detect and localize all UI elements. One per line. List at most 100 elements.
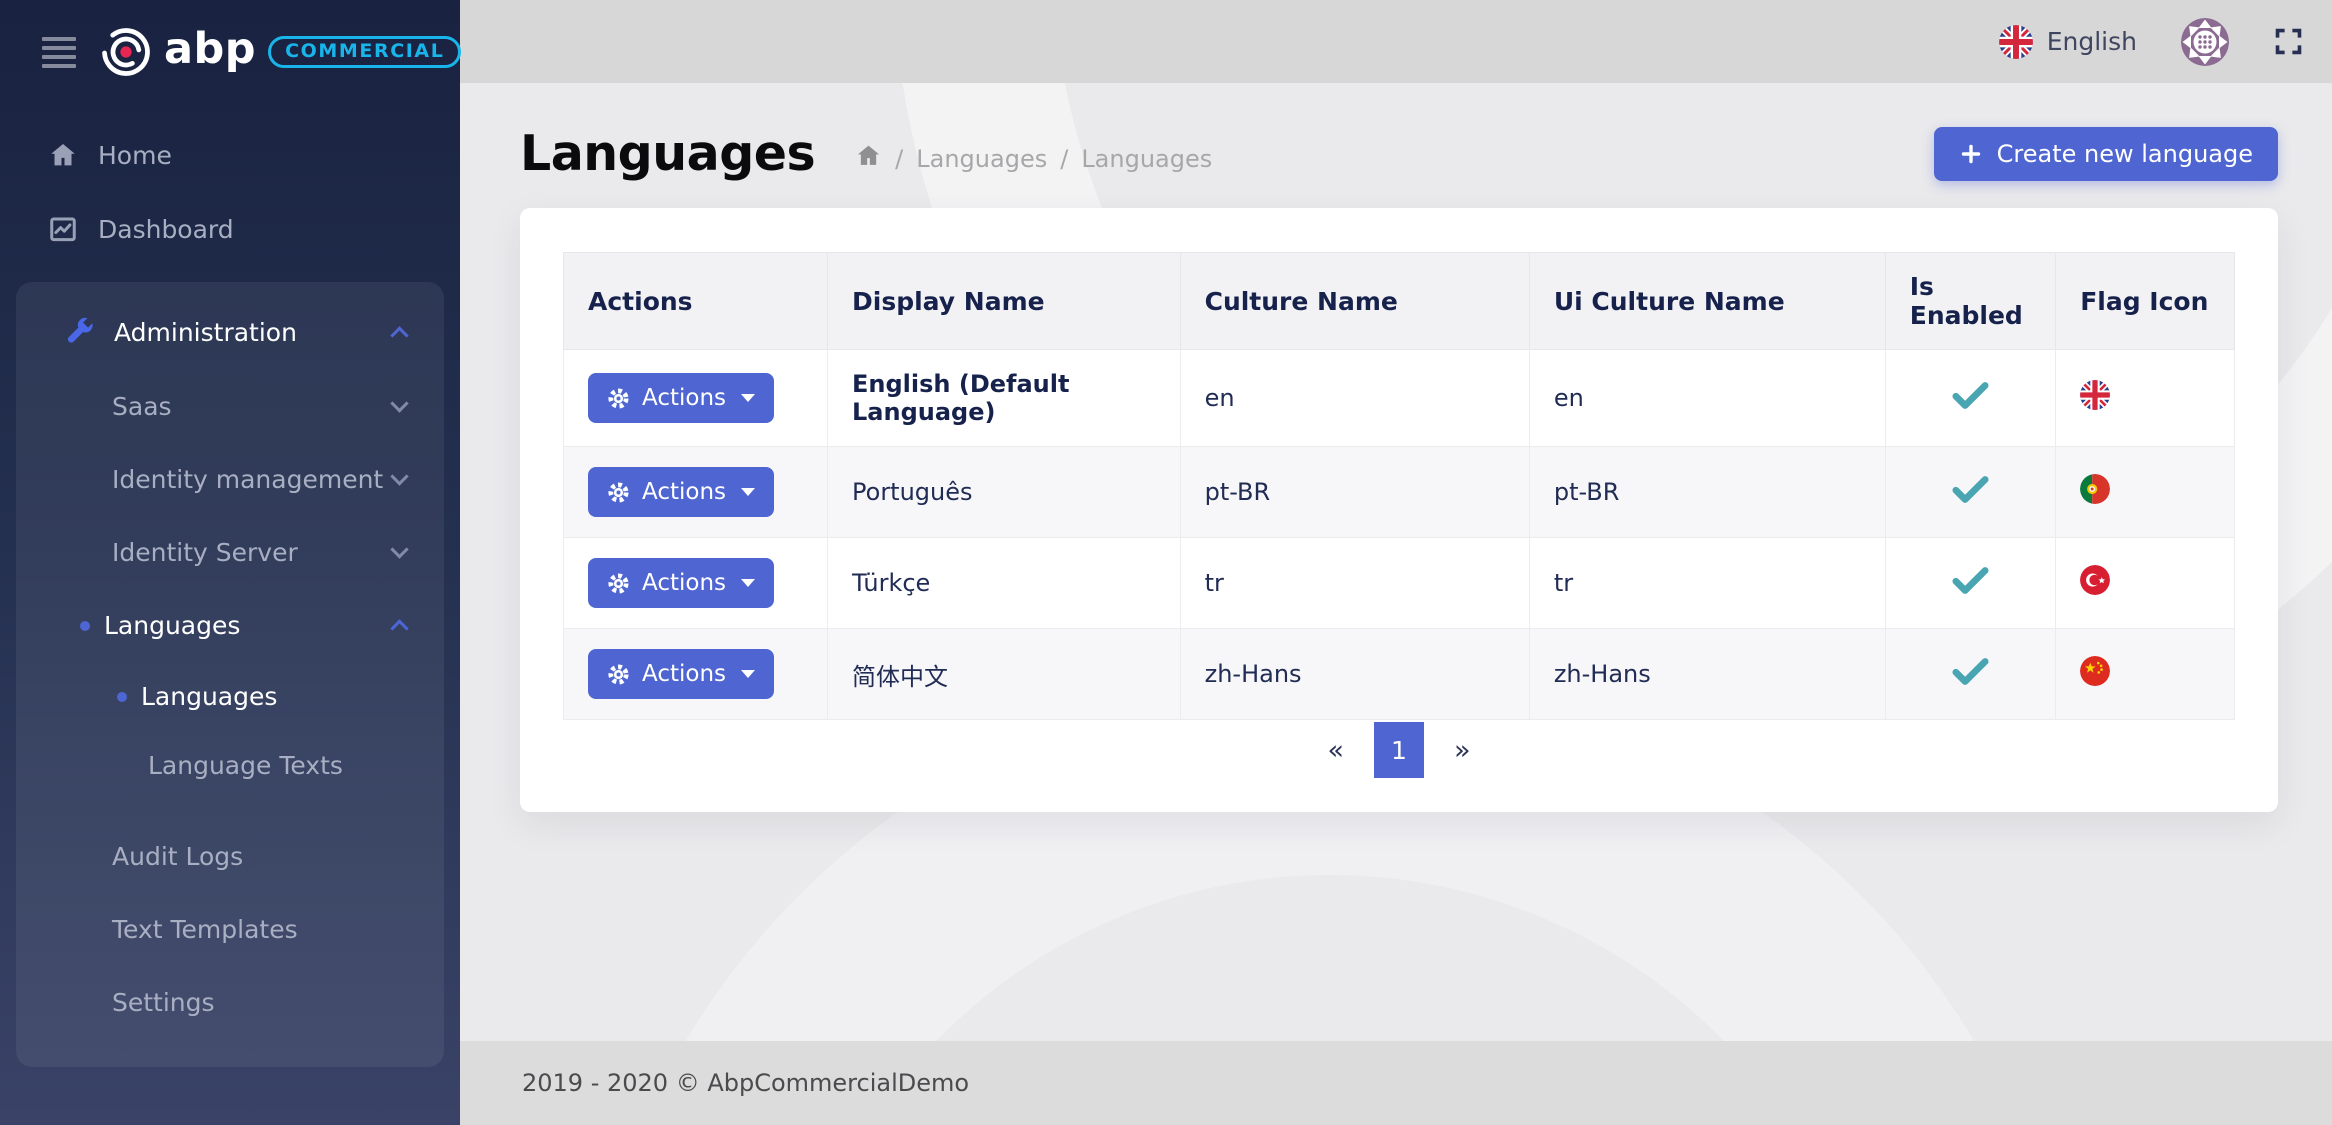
sidebar-header: abp COMMERCIAL (0, 0, 460, 104)
column-header-ui-culture-name: Ui Culture Name (1529, 253, 1885, 350)
chevron-down-icon (390, 394, 408, 412)
sidebar-item-settings[interactable]: Settings (16, 966, 444, 1039)
caret-down-icon (741, 579, 755, 587)
main-area: English (460, 0, 2332, 1125)
caret-down-icon (741, 670, 755, 678)
sidebar-item-label: Saas (112, 392, 172, 421)
display-name-cell: English (Default Language) (828, 350, 1181, 447)
chevron-down-icon (390, 467, 408, 485)
sidebar-item-dashboard[interactable]: Dashboard (0, 192, 460, 266)
sidebar-item-label: Languages (104, 611, 240, 640)
culture-name-cell: en (1180, 350, 1529, 447)
fullscreen-icon[interactable] (2273, 26, 2304, 57)
sidebar-item-label: Dashboard (98, 215, 234, 244)
ui-culture-name-cell: pt-BR (1529, 447, 1885, 538)
abp-logo[interactable]: abp COMMERCIAL (100, 26, 461, 78)
brand-name: abp (164, 28, 256, 71)
chevron-down-icon (390, 540, 408, 558)
sidebar-item-administration[interactable]: Administration (16, 294, 444, 370)
sidebar-item-language-texts[interactable]: Language Texts (16, 731, 444, 800)
active-dot-icon (117, 692, 127, 702)
sidebar-item-identity-management[interactable]: Identity management (16, 443, 444, 516)
languages-table-card: Actions Display Name Culture Name Ui Cul… (520, 208, 2278, 812)
sidebar-item-text-templates[interactable]: Text Templates (16, 893, 444, 966)
sidebar-nav: Home Dashboard (0, 118, 460, 1067)
uk-flag-icon (1999, 25, 2033, 59)
administration-group: Administration Saas Identity management … (16, 282, 444, 1067)
row-actions-button[interactable]: Actions (588, 649, 774, 699)
chevron-up-icon (390, 326, 408, 344)
display-name-cell: 简体中文 (828, 629, 1181, 720)
row-actions-button[interactable]: Actions (588, 373, 774, 423)
user-avatar[interactable] (2181, 18, 2229, 66)
menu-toggle-icon[interactable] (40, 31, 78, 74)
actions-button-label: Actions (642, 661, 726, 687)
sidebar-item-saas[interactable]: Saas (16, 370, 444, 443)
column-header-flag-icon: Flag Icon (2056, 253, 2235, 350)
column-header-culture-name: Culture Name (1180, 253, 1529, 350)
ui-culture-name-cell: en (1529, 350, 1885, 447)
sidebar-item-languages-group[interactable]: Languages (16, 589, 444, 662)
is-enabled-cell (1885, 629, 2055, 720)
breadcrumb-separator: / (895, 145, 903, 173)
culture-name-cell: zh-Hans (1180, 629, 1529, 720)
table-row: Actions Türkçe tr tr (564, 538, 2235, 629)
sidebar-item-label: Identity management (112, 465, 383, 494)
app-root: abp COMMERCIAL Home Dashboard (0, 0, 2332, 1125)
table-header-row: Actions Display Name Culture Name Ui Cul… (564, 253, 2235, 350)
sidebar-item-audit-logs[interactable]: Audit Logs (16, 820, 444, 893)
active-dot-icon (80, 621, 90, 631)
flag-cell (2056, 538, 2235, 629)
pagination-prev[interactable]: « (1297, 735, 1374, 766)
flag-cell (2056, 447, 2235, 538)
display-name-cell: Português (828, 447, 1181, 538)
table-row: Actions Português pt-BR pt-BR (564, 447, 2235, 538)
current-language-label: English (2047, 27, 2137, 56)
sidebar-item-label: Text Templates (112, 915, 298, 944)
languages-table: Actions Display Name Culture Name Ui Cul… (563, 252, 2235, 720)
language-selector[interactable]: English (1999, 25, 2137, 59)
is-enabled-cell (1885, 447, 2055, 538)
table-row: Actions English (Default Language) en en (564, 350, 2235, 447)
sidebar-item-label: Administration (114, 318, 297, 347)
sidebar-item-home[interactable]: Home (0, 118, 460, 192)
flag-uk-icon (2080, 380, 2110, 410)
sidebar-item-label: Audit Logs (112, 842, 243, 871)
create-button-label: Create new language (1997, 140, 2253, 168)
dashboard-icon (46, 214, 80, 244)
pagination-next[interactable]: » (1424, 735, 1501, 766)
breadcrumb: / Languages / Languages (855, 142, 1212, 175)
row-actions-button[interactable]: Actions (588, 467, 774, 517)
abp-logo-mark-icon (100, 26, 152, 78)
column-header-is-enabled: Is Enabled (1885, 253, 2055, 350)
gear-icon (607, 663, 630, 686)
create-new-language-button[interactable]: Create new language (1934, 127, 2278, 181)
row-actions-button[interactable]: Actions (588, 558, 774, 608)
display-name-cell: Türkçe (828, 538, 1181, 629)
flag-china-icon (2080, 656, 2110, 686)
pagination-page-1[interactable]: 1 (1374, 722, 1424, 778)
culture-name-cell: pt-BR (1180, 447, 1529, 538)
breadcrumb-item[interactable]: Languages (916, 145, 1047, 173)
ui-culture-name-cell: zh-Hans (1529, 629, 1885, 720)
page-header: Languages / Languages / Languages Create… (460, 83, 2332, 182)
gear-icon (607, 387, 630, 410)
gear-icon (607, 572, 630, 595)
caret-down-icon (741, 488, 755, 496)
sidebar-item-label: Languages (141, 682, 277, 711)
caret-down-icon (741, 394, 755, 402)
plus-icon (1959, 142, 1983, 166)
sidebar-item-identity-server[interactable]: Identity Server (16, 516, 444, 589)
topbar: English (460, 0, 2332, 83)
is-enabled-cell (1885, 538, 2055, 629)
flag-cell (2056, 629, 2235, 720)
column-header-actions: Actions (564, 253, 828, 350)
copyright-text: 2019 - 2020 © AbpCommercialDemo (522, 1069, 969, 1097)
sidebar-item-languages[interactable]: Languages (16, 662, 444, 731)
breadcrumb-item[interactable]: Languages (1081, 145, 1212, 173)
sidebar-item-label: Identity Server (112, 538, 298, 567)
sidebar-item-label: Settings (112, 988, 215, 1017)
home-icon (46, 140, 80, 170)
breadcrumb-home-icon[interactable] (855, 142, 882, 175)
pagination: « 1 » (563, 720, 2235, 778)
